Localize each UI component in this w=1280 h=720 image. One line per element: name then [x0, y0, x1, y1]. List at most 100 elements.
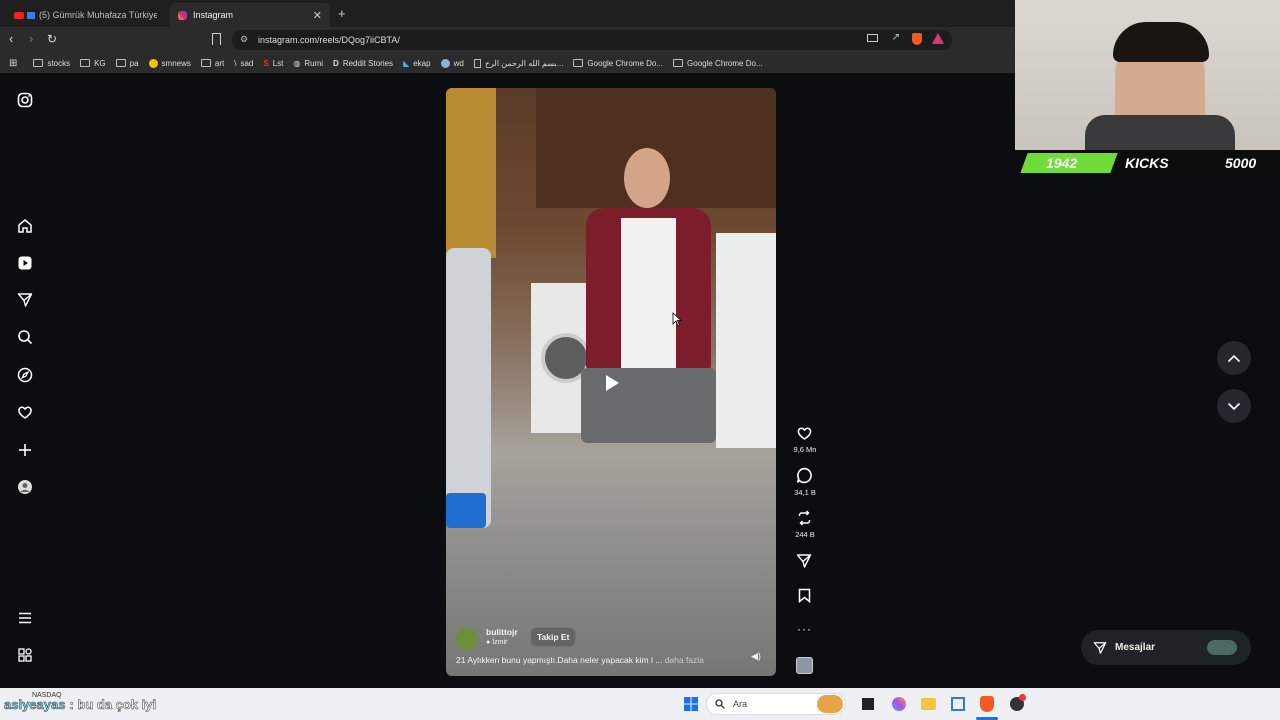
next-reel-button[interactable] — [1217, 389, 1251, 423]
site-settings-icon[interactable]: ⚙ — [240, 34, 248, 45]
brave-shield-icon[interactable] — [912, 33, 922, 45]
menu-icon[interactable] — [17, 610, 33, 626]
more-apps-icon[interactable] — [17, 647, 33, 663]
close-tab-icon[interactable]: ✕ — [313, 9, 322, 22]
bookmark-art[interactable]: art — [200, 59, 224, 68]
mouse-cursor-icon — [672, 312, 682, 327]
reels-icon[interactable] — [17, 255, 33, 271]
cast-icon[interactable] — [867, 34, 878, 42]
bookmark-smnews[interactable]: smnews — [148, 58, 191, 68]
bookmark-lst[interactable]: S Lst — [263, 59, 283, 68]
child-shoe — [446, 493, 486, 528]
bookmark-rumi[interactable]: ◍ Rumi — [293, 59, 323, 68]
tab-label: (5) Gümrük Muhafaza Türkiye 38 — [39, 10, 157, 20]
share-icon[interactable]: ↗ — [892, 32, 900, 43]
apps-grid-icon[interactable]: ⊞ — [9, 58, 17, 69]
bookmark-reddit-stories[interactable]: D Reddit Stories — [333, 59, 393, 68]
slash-icon: \ — [234, 58, 237, 68]
youtube-icon — [14, 11, 24, 19]
home-icon[interactable] — [17, 218, 33, 234]
folder-icon — [573, 59, 584, 67]
send-icon — [1093, 641, 1107, 654]
reel-video[interactable]: bulittojr ● İzmir Takip Et 21 Aylıkken b… — [446, 88, 776, 676]
profile-avatar-icon[interactable] — [17, 479, 33, 495]
brave-taskbar-icon[interactable] — [980, 696, 994, 712]
bookmark-page-icon[interactable] — [212, 33, 221, 45]
address-bar[interactable]: ⚙ instagram.com/reels/DQog7iiCBTA/ ↗ — [232, 30, 952, 50]
more-link[interactable]: daha fazla — [665, 655, 704, 665]
webcam-overlay — [1015, 0, 1280, 150]
bookmark-arabic[interactable]: بسم الله الرحمن الرح... — [473, 58, 563, 68]
wd-icon — [440, 58, 450, 68]
heart-icon[interactable] — [17, 404, 33, 420]
new-tab-icon[interactable]: + — [338, 6, 346, 21]
d-logo-icon: D — [333, 58, 339, 68]
previous-reel-button[interactable] — [1217, 341, 1251, 375]
instagram-favicon-icon — [178, 10, 187, 20]
man-shirt — [621, 218, 676, 368]
share-send-icon[interactable] — [796, 553, 812, 569]
bookmark-chrome-2[interactable]: Google Chrome Do... — [673, 59, 763, 68]
task-view-icon[interactable] — [862, 698, 874, 710]
search-icon[interactable] — [17, 329, 33, 345]
chevron-down-icon — [1227, 402, 1241, 410]
bookmark-ekap[interactable]: ◣ ekap — [403, 59, 431, 68]
location[interactable]: ● İzmir — [486, 639, 507, 646]
snipping-tool-icon[interactable] — [951, 697, 965, 711]
send-icon[interactable] — [17, 292, 33, 308]
man-face — [624, 148, 670, 208]
audio-thumbnail[interactable] — [796, 657, 813, 674]
score-ticker: 1942 KICKS 5000 — [1020, 150, 1280, 176]
instagram-logo-icon[interactable] — [17, 92, 33, 108]
copilot-icon[interactable] — [892, 697, 906, 711]
chevron-up-icon — [1227, 354, 1241, 362]
file-explorer-icon[interactable] — [921, 698, 936, 710]
volume-icon[interactable]: ◀) — [751, 651, 761, 662]
create-icon[interactable] — [17, 442, 33, 458]
forward-icon[interactable]: › — [29, 31, 33, 46]
folder-icon — [673, 59, 684, 67]
explore-icon[interactable] — [17, 367, 33, 383]
username[interactable]: bulittojr — [486, 627, 518, 637]
notification-badge — [1019, 694, 1026, 701]
tab-label: Instagram — [193, 10, 234, 20]
repost-icon[interactable] — [796, 510, 813, 526]
s-logo-icon: S — [263, 58, 269, 68]
chat-overlay: asiyeayas: bu da çok iyi — [4, 697, 157, 713]
more-options-icon[interactable]: ··· — [797, 622, 812, 636]
like-count: 9,6 Mn — [793, 445, 817, 454]
windows-start-icon[interactable] — [684, 697, 698, 711]
caption[interactable]: 21 Aylıkken bunu yapmıştı.Daha neler yap… — [456, 655, 704, 665]
page-icon — [473, 58, 481, 68]
bookmark-chrome-1[interactable]: Google Chrome Do... — [573, 59, 663, 68]
foreground-child — [446, 248, 491, 528]
brave-rewards-icon[interactable] — [932, 33, 944, 44]
like-icon[interactable] — [796, 425, 813, 441]
taskbar: NASDAQ asiyeayas: bu da çok iyi Ara — [0, 688, 1280, 720]
refrigerator — [716, 233, 776, 448]
messages-button[interactable]: Mesajlar — [1081, 630, 1251, 665]
play-icon[interactable] — [596, 368, 626, 398]
chat-username: asiyeayas — [4, 697, 66, 713]
browser-tabbar: (5) Gümrük Muhafaza Türkiye 38 Instagram… — [0, 0, 1015, 27]
tab-youtube[interactable]: (5) Gümrük Muhafaza Türkiye 38 — [6, 3, 166, 27]
user-avatar[interactable] — [456, 628, 478, 650]
globe-icon: ◍ — [293, 58, 301, 68]
back-icon[interactable]: ‹ — [9, 31, 13, 46]
comment-icon[interactable] — [796, 467, 813, 484]
kicks-label: KICKS — [1125, 155, 1169, 171]
mail-icon — [27, 11, 35, 19]
foreground-toy — [446, 88, 496, 258]
messages-label: Mesajlar — [1115, 642, 1156, 653]
follow-button[interactable]: Takip Et — [530, 627, 577, 647]
bookmark-wd[interactable]: wd — [440, 58, 464, 68]
tab-instagram[interactable]: Instagram ✕ — [170, 3, 330, 27]
message-avatars — [1207, 640, 1237, 655]
bookmark-stocks[interactable]: stocks — [33, 59, 70, 68]
save-icon[interactable] — [798, 588, 811, 603]
bookmark-kg[interactable]: KG — [80, 59, 106, 68]
taskbar-search[interactable]: Ara — [706, 693, 846, 715]
bookmark-pa[interactable]: pa — [115, 59, 139, 68]
bookmark-sad[interactable]: \ sad — [234, 59, 253, 68]
reload-icon[interactable]: ↻ — [47, 32, 57, 46]
